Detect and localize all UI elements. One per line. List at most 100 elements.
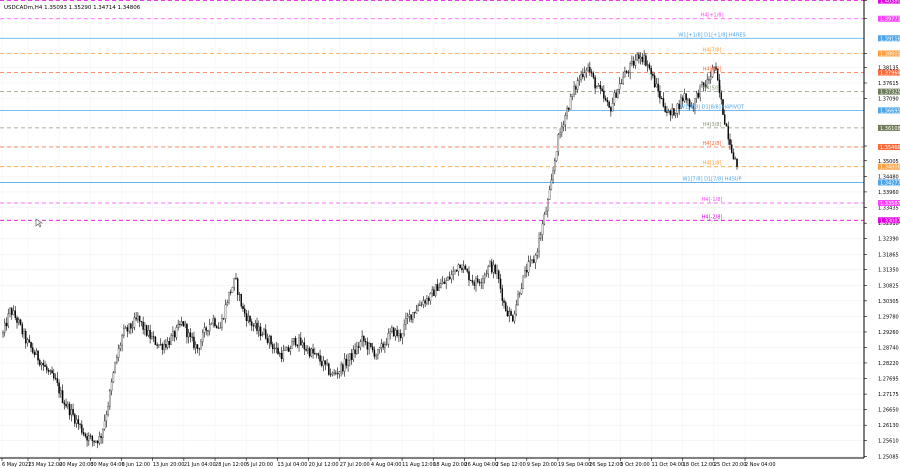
candle-body [215,325,218,329]
candle-body [457,264,460,272]
candle-body [200,341,202,350]
candle-body [396,329,398,337]
candle-body [455,269,458,272]
candle-body [482,278,484,283]
candle-body [559,132,561,135]
candle-body [601,88,603,92]
candle-body [363,336,365,342]
candle-body [105,414,108,422]
candle-body [317,353,320,356]
candle-body [331,372,334,375]
candle-body [25,331,27,344]
candle-body [510,311,512,316]
candle-body [378,347,381,350]
candle-body [625,71,628,73]
candle-body [347,359,349,366]
candle-body [522,275,525,289]
candle-body [303,342,306,350]
candle-body [441,281,444,284]
candle-body [266,338,269,343]
candle-body [405,318,407,325]
candle-body [179,324,181,325]
candle-body [657,83,659,92]
candle-body [256,322,258,331]
candle-body [296,344,299,347]
candle-body [273,348,276,350]
candle-body [11,308,13,315]
candle-body [622,76,624,84]
price-tag-label: 1.36108 [880,126,900,132]
candle-body [520,288,523,294]
candle-body [618,83,621,90]
candle-body [12,310,15,315]
candle-body [615,92,617,98]
candle-body [210,323,213,325]
candle-body [340,364,342,372]
candle-body [187,332,190,338]
candle-body [412,312,414,320]
candle-body [589,66,591,72]
candle-body [599,85,602,89]
candle-body [103,420,106,430]
candle-body [382,343,384,348]
candle-body [124,327,127,329]
candle-body [75,419,78,424]
candle-body [702,82,705,86]
candle-body [606,99,609,103]
candle-body [54,377,57,379]
candle-body [86,436,88,441]
candle-body [63,402,66,405]
candle-body [596,86,598,89]
candle-body [252,325,255,327]
candle-body [21,324,24,335]
candle-body [151,336,153,339]
x-tick-label: 11 Aug 12:00 [402,462,436,468]
candle-body [270,336,272,345]
candle-body [597,85,600,87]
candle-body [56,378,59,383]
candle-body [727,126,729,140]
candle-body [221,318,223,329]
candle-body [116,357,118,363]
candle-body [505,302,507,311]
candle-body [699,84,701,98]
candle-body [573,86,575,95]
candle-body [652,73,654,76]
candle-body [166,341,169,348]
candle-body [496,270,498,274]
candle-body [349,353,351,361]
candle-body [566,108,568,116]
x-tick-label: 13 Jun 20:00 [153,462,185,468]
candle-body [506,310,509,317]
x-tick-label: 4 Aug 04:00 [371,462,402,468]
candle-body [130,323,132,329]
candle-body [564,115,567,126]
candle-body [550,179,553,190]
y-tick-label: 1.31865 [878,252,899,258]
level-label: H4[3/8] [703,122,722,128]
candle-body [645,55,647,66]
candle-body [19,319,22,325]
candle-body [35,350,38,355]
candle-body [324,360,327,365]
candle-body [5,322,8,327]
candle-body [624,71,626,78]
candle-body [671,108,673,116]
candle-body [207,330,209,332]
candle-body [384,344,386,348]
candle-body [343,358,346,372]
candle-body [194,344,197,349]
candle-body [282,350,285,360]
candle-body [259,326,262,336]
candle-body [368,343,370,350]
candle-body [235,278,237,279]
candle-body [84,433,87,437]
candle-body [512,315,514,322]
price-chart[interactable]: H4[+2/8] H4[+1/8] W1[+1/8] D1[+1/8] H4RES H… [0,0,900,468]
candle-body [258,326,260,331]
candle-body [515,304,518,315]
candle-body [583,72,586,78]
price-tag-label: 1.37964 [880,71,900,77]
candle-body [14,310,17,318]
x-tick-label: 28 Jun 12:00 [215,462,247,468]
